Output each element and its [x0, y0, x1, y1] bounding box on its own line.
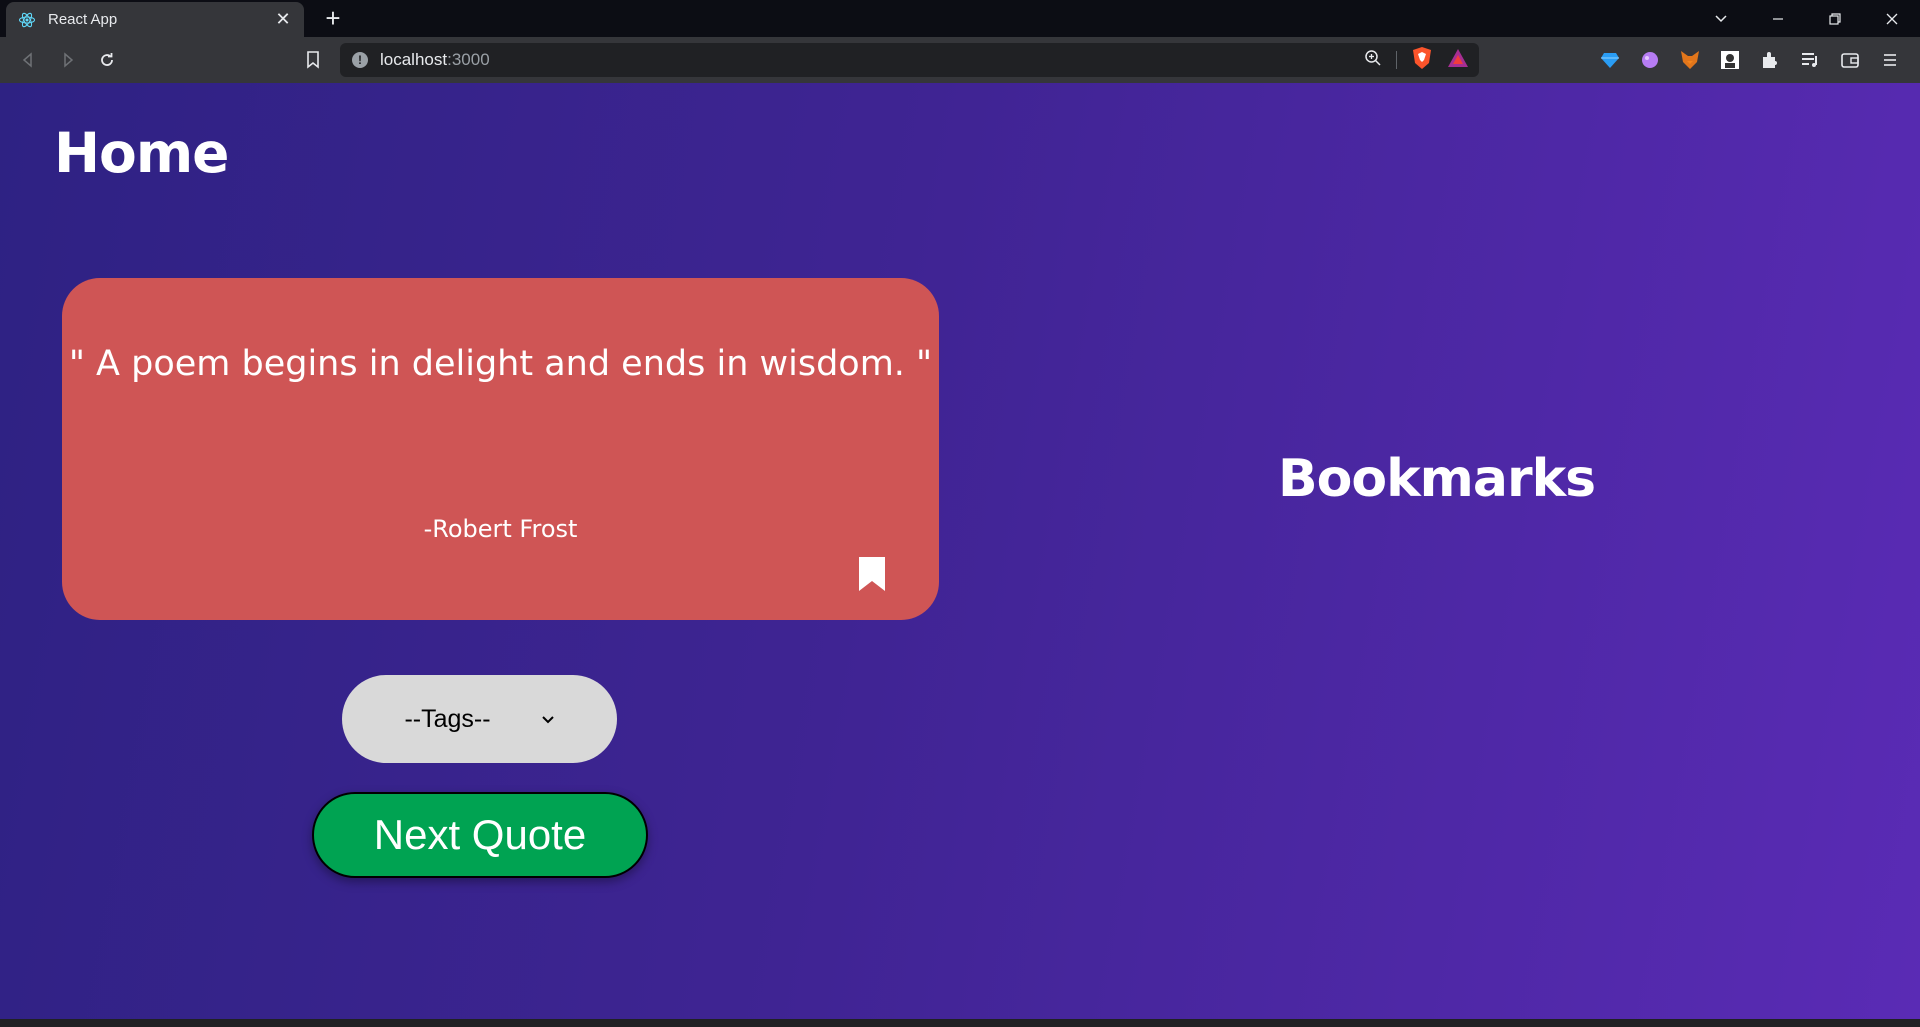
wallet-icon[interactable] [1836, 46, 1864, 74]
window-controls [1692, 0, 1920, 37]
tags-select[interactable]: --Tags-- [342, 675, 617, 763]
close-window-icon[interactable] [1863, 0, 1920, 37]
quote-text: " A poem begins in delight and ends in w… [68, 344, 933, 384]
puzzle-icon[interactable] [1756, 46, 1784, 74]
separator [1396, 51, 1397, 69]
restore-icon[interactable] [1806, 0, 1863, 37]
extensions-row [1596, 46, 1904, 74]
tags-select-value: --Tags-- [404, 704, 491, 733]
bookmark-page-icon[interactable] [299, 46, 327, 74]
browser-toolbar: ! localhost:3000 [0, 37, 1920, 83]
reload-icon[interactable] [93, 46, 121, 74]
bottom-bar [0, 1019, 1920, 1027]
close-tab-icon[interactable]: ✕ [274, 9, 292, 30]
minimize-icon[interactable] [1749, 0, 1806, 37]
address-bar[interactable]: ! localhost:3000 [340, 43, 1479, 77]
quote-author: -Robert Frost [423, 515, 578, 543]
page-content: Home " A poem begins in delight and ends… [0, 83, 1920, 1019]
site-info-icon[interactable]: ! [352, 52, 368, 68]
page-title: Home [54, 121, 229, 185]
bookmarks-title: Bookmarks [1278, 449, 1596, 509]
chevron-down-icon [541, 710, 555, 729]
bookmark-icon[interactable] [857, 555, 887, 593]
brave-rewards-icon[interactable] [1447, 48, 1469, 73]
forward-icon[interactable] [54, 46, 82, 74]
browser-tab[interactable]: React App ✕ [6, 2, 304, 37]
url-port: :3000 [447, 50, 490, 69]
paint-icon[interactable] [1636, 46, 1664, 74]
fox-icon[interactable] [1676, 46, 1704, 74]
tab-strip: React App ✕ + [0, 0, 1920, 37]
react-icon [18, 11, 36, 29]
playlist-icon[interactable] [1796, 46, 1824, 74]
diamond-icon[interactable] [1596, 46, 1624, 74]
quote-card: " A poem begins in delight and ends in w… [62, 278, 939, 620]
brave-shield-icon[interactable] [1411, 46, 1433, 75]
tab-search-icon[interactable] [1692, 0, 1749, 37]
new-tab-button[interactable]: + [320, 5, 346, 32]
omnibox-actions [1364, 43, 1469, 77]
tab-title: React App [48, 11, 118, 28]
next-quote-button[interactable]: Next Quote [312, 792, 648, 878]
avatar-icon[interactable] [1716, 46, 1744, 74]
url-host: localhost [380, 50, 448, 69]
zoom-icon[interactable] [1364, 49, 1382, 72]
menu-icon[interactable] [1876, 46, 1904, 74]
back-icon[interactable] [14, 46, 42, 74]
